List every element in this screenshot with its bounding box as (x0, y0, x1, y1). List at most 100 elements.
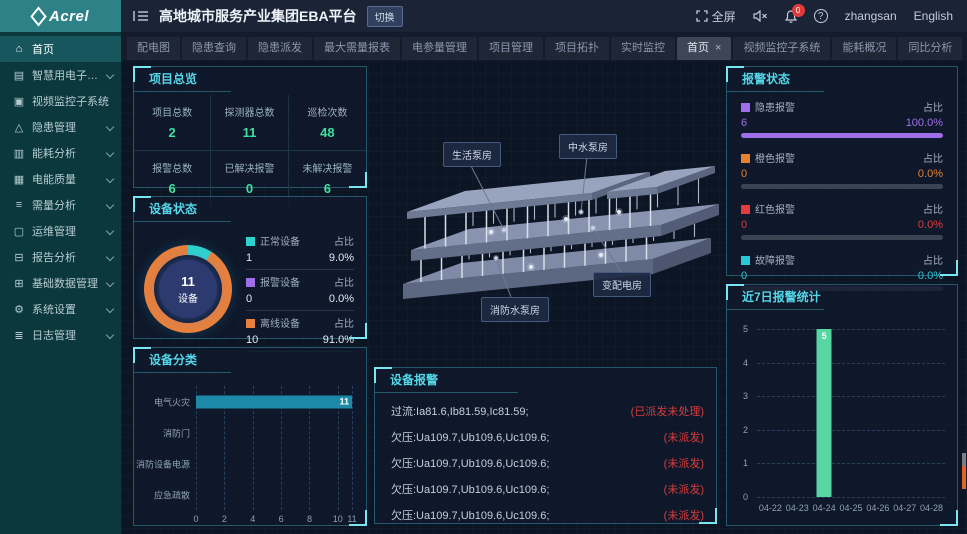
sidebar-item-1[interactable]: ▤智慧用电子系统 (0, 62, 121, 88)
language-switch[interactable]: English (914, 9, 953, 23)
tab-10[interactable]: 能耗概况 (832, 37, 896, 60)
scrollbar-thumb[interactable] (962, 466, 966, 489)
x-tick: 04-26 (866, 503, 889, 513)
video-monitor-icon: ▣ (12, 95, 26, 108)
tab-label: 项目拓扑 (555, 42, 599, 54)
sidebar-item-7[interactable]: ▢运维管理 (0, 218, 121, 244)
legend-ratio: 0.0% (329, 293, 354, 305)
sidebar-item-label: 智慧用电子系统 (32, 67, 103, 83)
stat-value: 2 (134, 125, 210, 140)
tab-1[interactable]: 隐患查询 (182, 37, 246, 60)
alarm-row-0[interactable]: 过流:Ia81.6,Ib81.59,Ic81.59; (已派发未处理) (375, 398, 716, 424)
sidebar-item-6[interactable]: ≡需量分析 (0, 192, 121, 218)
stat-label: 巡检次数 (289, 104, 366, 119)
alarm-row-2[interactable]: 欠压:Ua109.7,Ub109.6,Uc109.6;(未派发) (375, 450, 716, 476)
fullscreen-button[interactable]: 全屏 (696, 8, 736, 25)
device-alarm-list: 过流:Ia81.6,Ib81.59,Ic81.59; (已派发未处理) 欠压:Ua1… (375, 392, 716, 534)
legend-ratio: 9.0% (329, 252, 354, 264)
stat-1: 探测器总数11 (211, 95, 288, 151)
tab-0[interactable]: 配电图 (127, 37, 180, 60)
category-label: 应急疏散 (136, 488, 190, 501)
tab-label: 首页 (687, 42, 709, 54)
panel-device-category: 设备分类 电气火灾11消防门消防设备电源应急疏散 024681011 (133, 347, 367, 526)
sidebar-item-5[interactable]: ▦电能质量 (0, 166, 121, 192)
alarm-type-ratio: 100.0% (906, 117, 943, 129)
panel-project-overview: 项目总览 项目总数2探测器总数11巡检次数48报警总数6已解决报警0未解决报警6 (133, 66, 367, 188)
help-button[interactable]: ? (814, 9, 828, 23)
panel-device-alarm: 设备报警 过流:Ia81.6,Ib81.59,Ic81.59;(已派发未处理)欠… (374, 367, 717, 524)
alarm-type-ratio: 0.0% (918, 219, 943, 231)
sidebar-item-label: 日志管理 (32, 327, 103, 343)
sidebar-item-0[interactable]: ⌂首页 (0, 36, 121, 62)
sidebar-item-10[interactable]: ⚙系统设置 (0, 296, 121, 322)
tab-label: 电参量管理 (412, 42, 467, 54)
logo-text: Acrel (49, 8, 89, 25)
tab-close-icon[interactable]: × (715, 42, 721, 54)
sidebar-item-8[interactable]: ⊟报告分析 (0, 244, 121, 270)
donut-center: 11 设备 (159, 260, 217, 318)
top-header: Acrel 高地城市服务产业集团EBA平台 切换 全屏 0 ? zhangsan… (0, 0, 967, 32)
bar-slot-5 (891, 329, 918, 497)
ratio-label: 占比 (334, 274, 354, 289)
switch-project-button[interactable]: 切换 (367, 6, 403, 27)
alarm-row-4[interactable]: 欠压:Ua109.7,Ub109.6,Uc109.6;(未派发) (375, 502, 716, 528)
page-scrollbar[interactable] (962, 453, 966, 489)
category-label: 电气火灾 (136, 395, 190, 408)
alarm-row-3[interactable]: 欠压:Ua109.7,Ub109.6,Uc109.6;(未派发) (375, 476, 716, 502)
tab-label: 视频监控子系统 (743, 42, 820, 54)
notifications-button[interactable]: 0 (785, 10, 797, 23)
tab-4[interactable]: 电参量管理 (402, 37, 477, 60)
alarm-type-values-1: 00.0% (741, 165, 943, 184)
username[interactable]: zhangsan (845, 9, 897, 23)
room-label-reclaimed-water-pump[interactable]: 中水泵房 (559, 134, 617, 159)
legend-item-1: 报警设备 占比 (246, 274, 354, 289)
mute-button[interactable] (753, 10, 768, 22)
alarm-type-values-2: 00.0% (741, 216, 943, 235)
alarm-row-1[interactable]: 欠压:Ua109.7,Ub109.6,Uc109.6;(未派发) (375, 424, 716, 450)
sidebar-item-2[interactable]: ▣视频监控子系统 (0, 88, 121, 114)
chevron-down-icon (106, 201, 114, 209)
building-3d-view[interactable]: 生活泵房 中水泵房 消防水泵房 变配电房 (371, 62, 723, 364)
alarm-row-5[interactable]: 欠压:Ua109.7,Ub109.6,Uc109.6;(未派发) (375, 528, 716, 534)
alarm-text: 过流:Ia81.6,Ib81.59,Ic81.59; (391, 403, 529, 419)
y-tick: 2 (743, 425, 748, 435)
room-label-fire-water-pump[interactable]: 消防水泵房 (481, 297, 549, 322)
sidebar-item-label: 基础数据管理 (32, 275, 103, 291)
sidebar-item-9[interactable]: ⊞基础数据管理 (0, 270, 121, 296)
tab-5[interactable]: 项目管理 (479, 37, 543, 60)
tab-label: 能耗概况 (842, 42, 886, 54)
x-tick: 04-24 (813, 503, 836, 513)
ratio-label: 占比 (923, 99, 943, 114)
alarm-type-count: 0 (741, 168, 747, 180)
room-label-life-pump[interactable]: 生活泵房 (443, 142, 501, 167)
x-tick: 04-28 (920, 503, 943, 513)
tab-6[interactable]: 项目拓扑 (545, 37, 609, 60)
tab-label: 隐患查询 (192, 42, 236, 54)
category-row-3: 应急疏散 (196, 479, 352, 510)
alarm-type-label: 故障报警 (741, 252, 795, 267)
tab-8[interactable]: 首页 × (677, 37, 731, 60)
alarm-text: 欠压:Ua109.7,Ub109.6,Uc109.6; (391, 429, 549, 445)
tab-3[interactable]: 最大需量报表 (314, 37, 400, 60)
hazard-icon: △ (12, 121, 26, 134)
chevron-down-icon (106, 123, 114, 131)
device-count-label: 设备 (178, 290, 198, 305)
sidebar-item-3[interactable]: △ 隐患管理 (0, 114, 121, 140)
tab-2[interactable]: 隐患派发 (248, 37, 312, 60)
alarm-status: (未派发) (664, 481, 704, 497)
sidebar-collapse-icon[interactable] (133, 10, 149, 22)
demand-icon: ≡ (12, 199, 26, 211)
progress-track (741, 235, 943, 240)
alarm-status: (已派发未处理) (631, 403, 704, 419)
device-status-donut-chart: 11 设备 (144, 245, 232, 333)
legend-label: 报警设备 (246, 274, 300, 289)
tab-9[interactable]: 视频监控子系统 (733, 37, 830, 60)
alarm-status-list: 隐患报警占比6100.0%橙色报警占比00.0%红色报警占比00.0%故障报警占… (727, 91, 957, 291)
sidebar-item-label: 隐患管理 (32, 119, 103, 135)
sidebar-item-4[interactable]: ▥能耗分析 (0, 140, 121, 166)
bar-slot-2: 5 (811, 329, 838, 497)
room-label-substation[interactable]: 变配电房 (593, 272, 651, 297)
sidebar-item-11[interactable]: ≣日志管理 (0, 322, 121, 348)
tab-7[interactable]: 实时监控 (611, 37, 675, 60)
tab-11[interactable]: 同比分析 (898, 37, 962, 60)
